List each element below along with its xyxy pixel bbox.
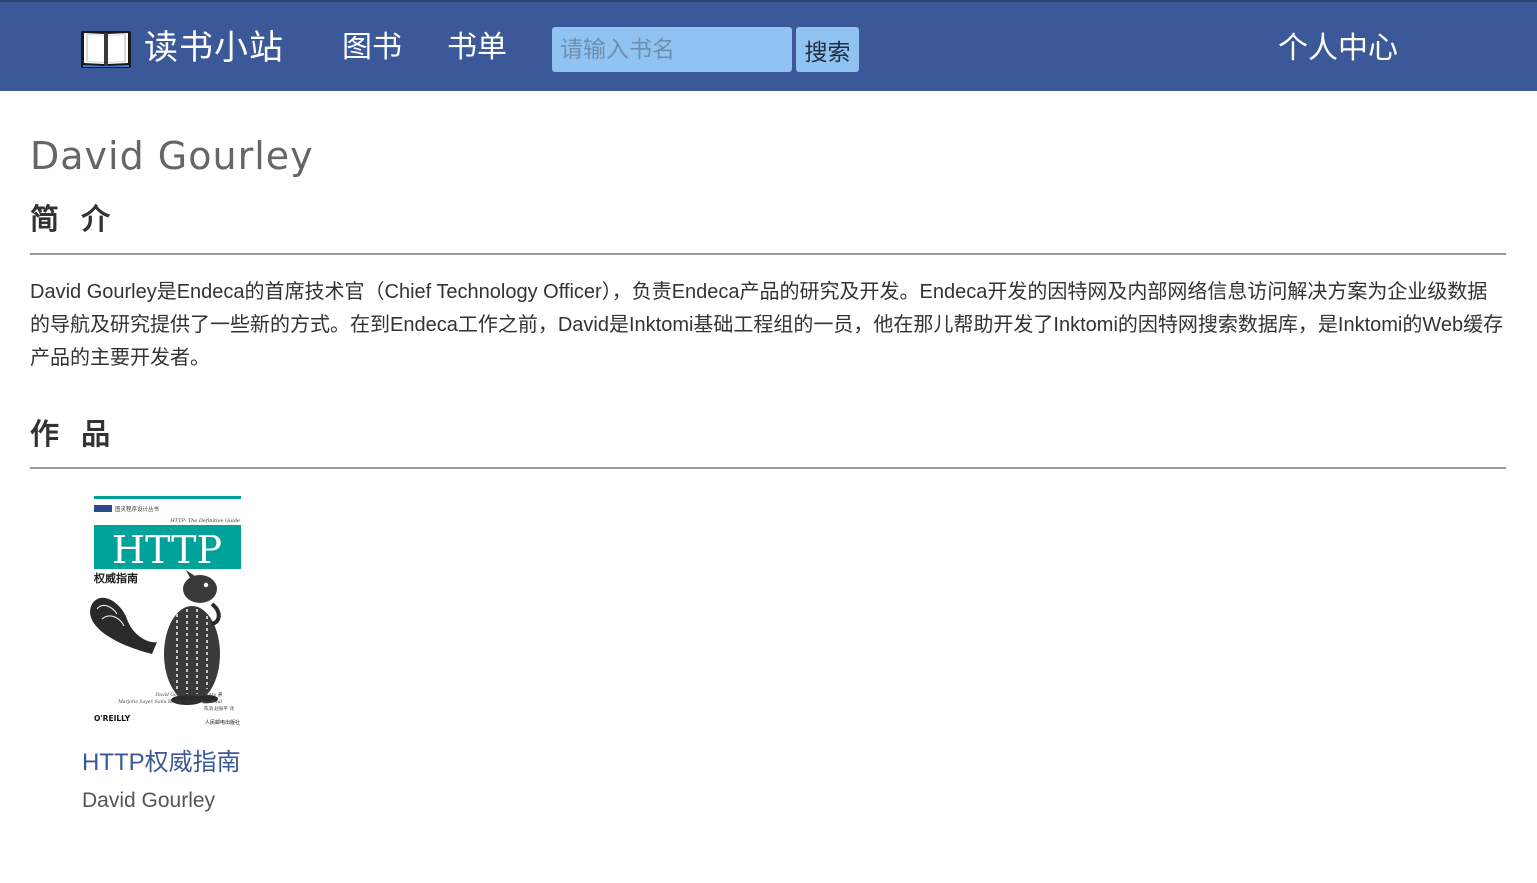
search-button[interactable]: 搜索: [796, 27, 859, 72]
cover-translators: 陈涓 赵振平 译: [204, 705, 234, 712]
book-card: 图灵程序设计丛书 HTTP: The Definitive Guide HTTP…: [82, 494, 252, 812]
top-navbar: 读书小站 图书 书单 搜索 个人中心: [0, 0, 1537, 91]
nav-link-books[interactable]: 图书: [342, 28, 402, 68]
intro-heading: 简 介: [30, 202, 117, 236]
cover-chinese-title: 权威指南: [93, 571, 138, 585]
cover-publisher-left: O'REILLY: [94, 714, 131, 723]
author-bio: David Gourley是Endeca的首席技术官（Chief Technol…: [30, 281, 1504, 369]
site-title: 读书小站: [144, 28, 284, 68]
nav-link-booklists[interactable]: 书单: [447, 28, 507, 68]
book-cover-image[interactable]: 图灵程序设计丛书 HTTP: The Definitive Guide HTTP…: [82, 494, 242, 730]
book-title-link[interactable]: HTTP权威指南: [82, 746, 241, 780]
nav-link-profile[interactable]: 个人中心: [1278, 29, 1398, 69]
cover-authors-line1: David Gourley, Brian Totty 著: [155, 692, 224, 698]
cover-series-label: 图灵程序设计丛书: [115, 505, 160, 513]
open-book-icon: [81, 31, 131, 68]
site-brand[interactable]: 读书小站: [80, 26, 284, 70]
cover-english-title: HTTP: The Definitive Guide: [169, 518, 240, 524]
cover-publisher-right: 人民邮电出版社: [205, 719, 240, 726]
section-divider: [30, 253, 1506, 255]
book-author: David Gourley: [82, 789, 216, 812]
works-heading: 作 品: [30, 417, 117, 451]
search-input[interactable]: [552, 27, 792, 72]
cover-authors-line2: Marjorie Sayer, Sailu Reddy, Anshu Aggar…: [117, 699, 222, 705]
section-divider: [30, 467, 1506, 469]
author-name: David Gourley: [30, 134, 314, 178]
cover-big-title: HTTP: [112, 528, 222, 572]
